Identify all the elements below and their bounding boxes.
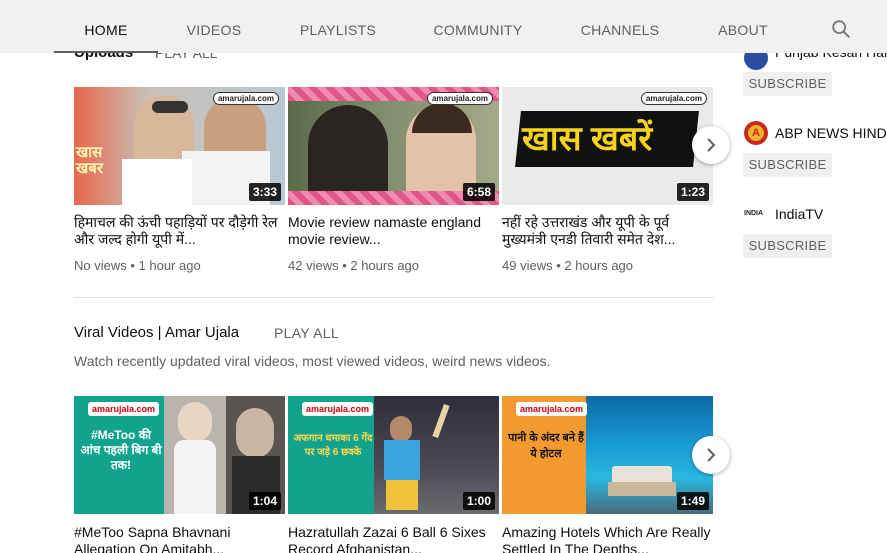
indiatv-logo-icon: INDIA <box>744 210 764 217</box>
video-thumbnail-1[interactable]: खास खबर amarujala.com 3:33 <box>74 87 285 205</box>
tab-channels[interactable]: CHANNELS <box>572 0 668 53</box>
video-thumbnail-5[interactable]: amarujala.com अफगान धमाका 6 गेंद पर जड़े… <box>288 396 499 514</box>
channel-name[interactable]: IndiaTV <box>775 206 823 222</box>
viral-play-all[interactable]: PLAY ALL <box>274 325 339 341</box>
thumb-overlay-text: अफगान धमाका 6 गेंद पर जड़े 6 छक्के <box>293 433 373 458</box>
video-duration: 1:23 <box>676 183 709 201</box>
video-title[interactable]: Hazratullah Zazai 6 Ball 6 Sixes Record … <box>288 524 500 553</box>
channel-avatar[interactable]: INDIA <box>744 202 768 226</box>
brand-badge: amarujala.com <box>212 92 279 105</box>
channel-name[interactable]: ABP NEWS HINDI <box>775 125 887 141</box>
thumb-overlay-text: खास खबर <box>76 144 103 177</box>
abp-logo-icon: A <box>748 125 764 141</box>
chevron-right-icon <box>707 138 716 152</box>
video-thumbnail-3[interactable]: खास खबरें amarujala.com 1:23 <box>502 87 713 205</box>
brand-badge: amarujala.com <box>302 402 374 416</box>
video-meta: 49 views • 2 hours ago <box>502 258 634 273</box>
viral-shelf-description: Watch recently updated viral videos, mos… <box>74 353 551 369</box>
thumb-overlay-text: #MeToo की आंच पहली बिग बी तक! <box>80 428 162 472</box>
thumb-overlay-text: पानी के अंदर बने हैं ये होटल <box>508 432 584 460</box>
video-duration: 1:04 <box>248 492 281 510</box>
tab-playlists[interactable]: PLAYLISTS <box>290 0 386 53</box>
video-meta: 42 views • 2 hours ago <box>288 258 420 273</box>
subscribe-button[interactable]: SUBSCRIBE <box>743 153 832 177</box>
viral-shelf-title[interactable]: Viral Videos | Amar Ujala <box>74 324 239 341</box>
tab-home[interactable]: HOME <box>54 0 158 53</box>
shelf-next-button[interactable] <box>692 436 730 474</box>
video-duration: 3:33 <box>248 183 281 201</box>
subscribe-button[interactable]: SUBSCRIBE <box>743 72 832 96</box>
brand-badge: amarujala.com <box>426 92 493 105</box>
video-thumbnail-6[interactable]: amarujala.com पानी के अंदर बने हैं ये हो… <box>502 396 713 514</box>
video-duration: 1:49 <box>676 492 709 510</box>
tab-about[interactable]: ABOUT <box>708 0 778 53</box>
video-meta: No views • 1 hour ago <box>74 258 201 273</box>
video-thumbnail-4[interactable]: amarujala.com #MeToo की आंच पहली बिग बी … <box>74 396 285 514</box>
video-duration: 1:00 <box>462 492 495 510</box>
shelf-divider <box>74 297 714 298</box>
tab-community[interactable]: COMMUNITY <box>424 0 532 53</box>
video-thumbnail-2[interactable]: amarujala.com 6:58 <box>288 87 499 205</box>
brand-badge: amarujala.com <box>640 92 707 105</box>
search-icon[interactable] <box>830 18 852 40</box>
chevron-right-icon <box>707 448 716 462</box>
video-title[interactable]: Movie review namaste england movie revie… <box>288 214 500 248</box>
thumb-overlay-text: खास खबरें <box>522 120 653 158</box>
video-duration: 6:58 <box>462 183 495 201</box>
video-title[interactable]: #MeToo Sapna Bhavnani Allegation On Amit… <box>74 524 286 553</box>
shelf-next-button[interactable] <box>692 126 730 164</box>
brand-badge: amarujala.com <box>516 402 588 416</box>
channel-avatar[interactable]: A <box>744 121 768 145</box>
channel-tab-bar: HOME VIDEOS PLAYLISTS COMMUNITY CHANNELS… <box>0 0 887 53</box>
brand-badge: amarujala.com <box>88 402 160 416</box>
video-title[interactable]: नहीं रहे उत्तराखंड और यूपी के पूर्व मुख्… <box>502 214 714 248</box>
video-title[interactable]: Amazing Hotels Which Are Really Settled … <box>502 524 714 553</box>
tab-videos[interactable]: VIDEOS <box>172 0 256 53</box>
subscribe-button[interactable]: SUBSCRIBE <box>743 234 832 258</box>
video-title[interactable]: हिमाचल की ऊंची पहाड़ियों पर दौड़ेगी रेल … <box>74 214 286 248</box>
